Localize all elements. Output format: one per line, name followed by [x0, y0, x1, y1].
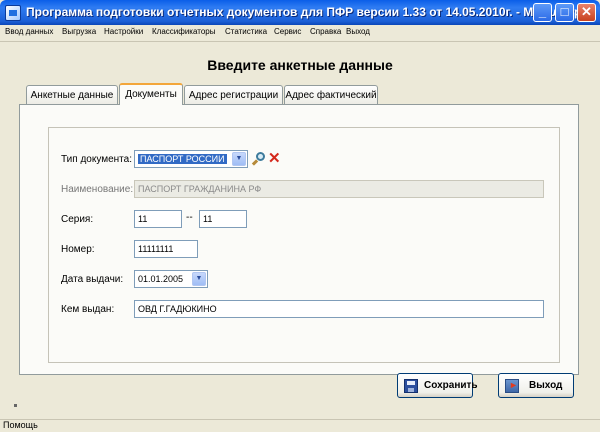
tab-actual-address[interactable]: Адрес фактический — [284, 85, 378, 105]
series-label: Серия: — [61, 214, 94, 225]
issue-date-picker[interactable]: 01.01.2005 ▼ — [134, 270, 208, 288]
series-field-2[interactable]: 11 — [199, 210, 247, 228]
documents-tab-page: Тип документа: ПАСПОРТ РОССИИ ▼ ✕ Наимен… — [19, 104, 579, 375]
exit-button[interactable]: Выход — [498, 373, 574, 398]
doc-type-value: ПАСПОРТ РОССИИ — [138, 154, 227, 164]
page-title: Введите анкетные данные — [207, 57, 393, 73]
number-field[interactable]: 11111111 — [134, 240, 198, 258]
doc-type-label: Тип документа: — [61, 154, 132, 165]
title-bar[interactable]: Программа подготовки отчетных документов… — [0, 0, 600, 25]
status-text: Помощь — [3, 420, 38, 430]
maximize-button[interactable]: □ — [555, 3, 574, 22]
menu-item-export[interactable]: Выгрузка — [62, 27, 96, 36]
menu-item-service[interactable]: Сервис — [274, 27, 301, 36]
search-icon[interactable] — [251, 152, 266, 166]
document-groupbox: Тип документа: ПАСПОРТ РОССИИ ▼ ✕ Наимен… — [48, 127, 560, 363]
name-field: ПАСПОРТ ГРАЖДАНИНА РФ — [134, 180, 544, 198]
number-label: Номер: — [61, 244, 95, 255]
app-icon — [5, 5, 21, 21]
menu-item-settings[interactable]: Настройки — [104, 27, 143, 36]
save-button-label: Сохранить — [424, 380, 478, 391]
delete-icon[interactable]: ✕ — [268, 151, 281, 166]
calendar-dropdown-icon[interactable]: ▼ — [192, 272, 206, 286]
main-panel: Введите анкетные данные Анкетные данные … — [2, 43, 598, 417]
series-separator: -- — [186, 212, 193, 223]
issued-by-field[interactable]: ОВД Г.ГАДЮКИНО — [134, 300, 544, 318]
menu-item-statistics[interactable]: Статистика — [225, 27, 267, 36]
menu-item-exit[interactable]: Выход — [346, 27, 370, 36]
issue-date-label: Дата выдачи: — [61, 274, 124, 285]
window-title: Программа подготовки отчетных документов… — [26, 5, 587, 19]
status-bar: Помощь — [0, 419, 600, 432]
minimize-button[interactable]: _ — [533, 3, 552, 22]
doc-type-select[interactable]: ПАСПОРТ РОССИИ ▼ — [134, 150, 248, 168]
series-field-1[interactable]: 11 — [134, 210, 182, 228]
issue-date-value: 01.01.2005 — [138, 274, 184, 284]
save-button[interactable]: Сохранить — [397, 373, 478, 398]
save-icon — [404, 379, 418, 393]
tab-documents[interactable]: Документы — [119, 83, 183, 105]
name-label: Наименование: — [61, 184, 134, 195]
menu-item-help[interactable]: Справка — [310, 27, 341, 36]
tab-personal-data[interactable]: Анкетные данные — [26, 85, 118, 105]
issued-by-label: Кем выдан: — [61, 304, 115, 315]
chevron-down-icon[interactable]: ▼ — [232, 152, 246, 166]
exit-button-label: Выход — [529, 380, 563, 391]
tab-registration-address[interactable]: Адрес регистрации — [184, 85, 283, 105]
size-grip-dot — [14, 404, 17, 407]
menu-item-data-entry[interactable]: Ввод данных — [5, 27, 53, 36]
close-button[interactable]: ✕ — [577, 3, 596, 22]
menu-item-classifiers[interactable]: Классификаторы — [152, 27, 215, 36]
menu-bar: Ввод данных Выгрузка Настройки Классифик… — [0, 25, 600, 42]
exit-icon — [505, 379, 519, 393]
